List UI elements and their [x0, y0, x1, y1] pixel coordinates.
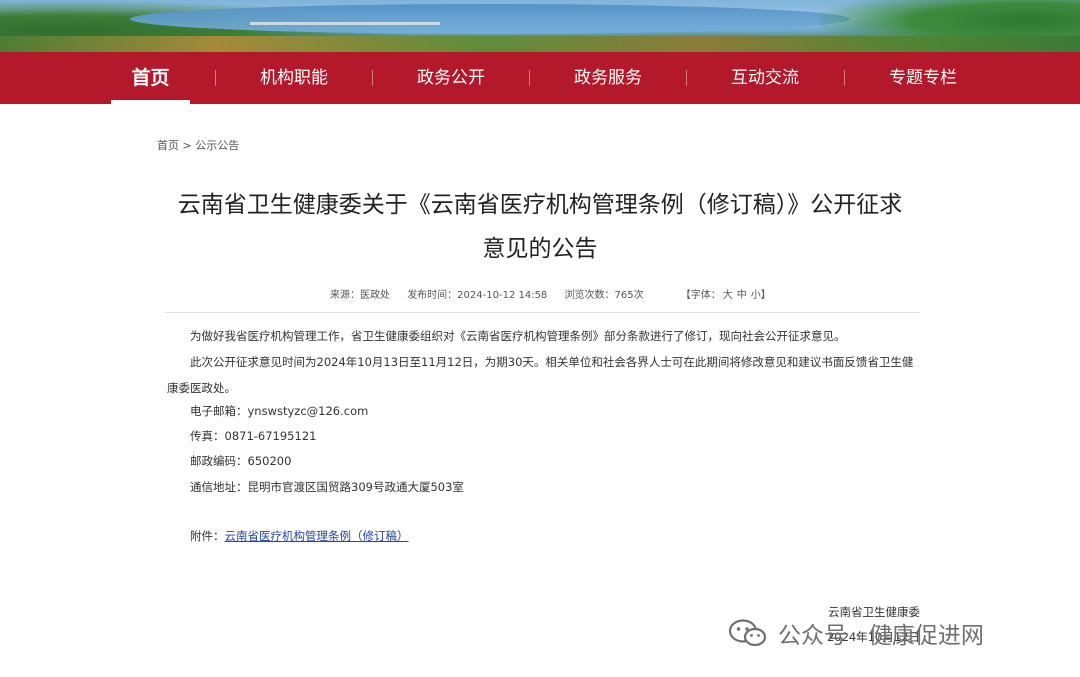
banner-bridge	[250, 22, 440, 25]
font-size-large[interactable]: 大	[723, 290, 733, 301]
main-nav: 首页 机构职能 政务公开 政务服务 互动交流 专题专栏	[0, 52, 1080, 104]
banner-lake	[130, 4, 850, 34]
nav-divider	[529, 70, 530, 86]
nav-item-gov-info[interactable]: 政务公开	[392, 52, 510, 104]
nav-divider	[844, 70, 845, 86]
attachment-link[interactable]: 云南省医疗机构管理条例（修订稿）	[225, 529, 409, 543]
watermark: 公众号 · 健康促进网	[728, 616, 984, 650]
font-size-switcher: 【字体：大中小】	[681, 290, 773, 301]
nav-item-gov-services[interactable]: 政务服务	[549, 52, 667, 104]
meta-source: 来源：医政处	[330, 290, 390, 301]
divider	[165, 312, 920, 313]
title-line-1: 云南省卫生健康委关于《云南省医疗机构管理条例（修订稿）》公开征求	[177, 192, 903, 218]
title-line-2: 意见的公告	[482, 236, 598, 262]
font-size-medium[interactable]: 中	[737, 290, 747, 301]
nav-active-indicator	[111, 100, 190, 104]
attachment-label: 附件：	[190, 529, 225, 543]
article-paragraph: 为做好我省医疗机构管理工作，省卫生健康委组织对《云南省医疗机构管理条例》部分条款…	[190, 329, 846, 343]
attachment: 附件：云南省医疗机构管理条例（修订稿）	[190, 528, 409, 544]
contact-email: 电子邮箱：ynswstyzc@126.com	[190, 404, 369, 418]
nav-item-functions[interactable]: 机构职能	[235, 52, 353, 104]
font-size-small[interactable]: 小】	[751, 290, 771, 301]
contact-address: 通信地址：昆明市官渡区国贸路309号政通大厦503室	[190, 480, 464, 494]
breadcrumb-separator: >	[182, 139, 192, 152]
contact-postcode: 邮政编码：650200	[190, 454, 292, 468]
breadcrumb-home[interactable]: 首页	[157, 139, 179, 152]
nav-divider	[215, 70, 216, 86]
article-body: 为做好我省医疗机构管理工作，省卫生健康委组织对《云南省医疗机构管理条例》部分条款…	[167, 323, 919, 401]
nav-divider	[686, 70, 687, 86]
page-title: 云南省卫生健康委关于《云南省医疗机构管理条例（修订稿）》公开征求 意见的公告	[160, 183, 920, 271]
nav-item-special[interactable]: 专题专栏	[864, 52, 982, 104]
nav-divider	[372, 70, 373, 86]
meta-published: 发布时间：2024-10-12 14:58	[407, 290, 548, 301]
header-banner	[0, 0, 1080, 52]
breadcrumb-current[interactable]: 公示公告	[195, 139, 239, 152]
wechat-icon	[728, 618, 768, 648]
nav-item-home[interactable]: 首页	[111, 52, 190, 104]
article-paragraph: 此次公开征求意见时间为2024年10月13日至11月12日，为期30天。相关单位…	[167, 355, 914, 395]
contact-fax: 传真：0871-67195121	[190, 429, 317, 443]
breadcrumb: 首页 > 公示公告	[157, 137, 239, 153]
watermark-text: 公众号 · 健康促进网	[778, 623, 984, 649]
font-size-label: 【字体：	[680, 290, 721, 301]
banner-ground	[0, 36, 1080, 52]
meta-views: 浏览次数：765次	[564, 290, 644, 301]
nav-item-interaction[interactable]: 互动交流	[706, 52, 824, 104]
article-meta: 来源：医政处 发布时间：2024-10-12 14:58 浏览次数：765次 【…	[330, 286, 787, 301]
